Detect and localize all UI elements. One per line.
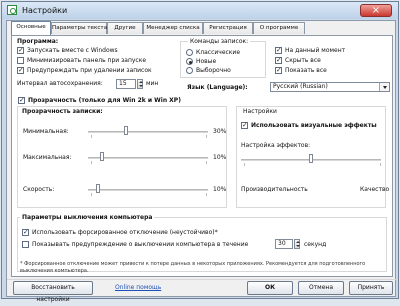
seconds-input[interactable]: 30 bbox=[275, 239, 293, 249]
shutdown-note: * Форсированное отключение может привест… bbox=[20, 261, 366, 274]
program-title: Программа: bbox=[17, 38, 59, 45]
language-select-value: Русский (Russian) bbox=[273, 83, 328, 90]
speed-tick-1 bbox=[91, 193, 92, 196]
max-transparency-label: Максимальная: bbox=[23, 154, 72, 161]
close-button[interactable]: × bbox=[360, 4, 392, 17]
max-transparency-tick-2 bbox=[206, 161, 207, 164]
show-all-label: Показать все bbox=[285, 67, 327, 74]
radio-selective[interactable] bbox=[186, 67, 193, 74]
seconds-stepper[interactable] bbox=[294, 239, 300, 249]
radio-selective-label: Выборочно bbox=[196, 67, 231, 74]
min-transparency-label: Минимальная: bbox=[23, 128, 69, 135]
minimize-panel-checkbox[interactable] bbox=[17, 57, 24, 64]
radio-new-label: Новые bbox=[196, 58, 217, 65]
settings-window: Настройки × Основные Параметры текста Др… bbox=[1, 1, 399, 303]
tab-general[interactable]: Основные bbox=[11, 21, 51, 35]
speed-thumb[interactable] bbox=[96, 184, 100, 193]
shutdown-warning-label: Показывать предупреждение о выключении к… bbox=[32, 241, 249, 248]
window-title: Настройки bbox=[22, 6, 68, 15]
ok-button[interactable]: ОК bbox=[247, 281, 293, 295]
transparency-title: Прозрачность (только для Win 2k и Win XP… bbox=[28, 97, 181, 104]
radio-new[interactable] bbox=[186, 58, 193, 65]
transparency-section-title: Прозрачность записки: bbox=[20, 108, 105, 115]
quality-label: Качество bbox=[360, 186, 390, 193]
interval-input[interactable]: 15 bbox=[116, 79, 136, 89]
interval-unit: мин bbox=[146, 80, 159, 87]
shutdown-warning-checkbox[interactable] bbox=[22, 241, 29, 248]
general-panel: Программа: Запускать вместе с Windows Ми… bbox=[11, 35, 393, 277]
start-with-windows-checkbox[interactable] bbox=[17, 46, 24, 54]
current-moment-checkbox[interactable] bbox=[275, 46, 282, 54]
effects-tick-2 bbox=[380, 163, 381, 166]
min-transparency-track[interactable] bbox=[88, 131, 208, 133]
tab-list-manager[interactable]: Менеджер списка bbox=[143, 22, 203, 34]
min-transparency-thumb[interactable] bbox=[124, 126, 128, 135]
hide-all-label: Скрыть все bbox=[285, 57, 321, 64]
forced-shutdown-checkbox[interactable] bbox=[22, 228, 29, 236]
language-select[interactable]: Русский (Russian) bbox=[270, 82, 390, 92]
minimize-panel-label: Минимизировать панель при запуске bbox=[27, 57, 147, 64]
speed-track[interactable] bbox=[88, 189, 208, 191]
footer-divider bbox=[7, 279, 397, 280]
speed-value: 10% bbox=[213, 186, 227, 193]
restore-settings-button[interactable]: Восстановить настройки bbox=[13, 281, 93, 303]
tab-other[interactable]: Другие bbox=[107, 22, 143, 34]
warn-delete-checkbox[interactable] bbox=[17, 66, 24, 74]
min-transparency-tick-1 bbox=[91, 135, 92, 138]
online-help-link[interactable]: Online помощь bbox=[115, 284, 161, 291]
tab-about[interactable]: О программе bbox=[253, 22, 305, 34]
effects-title: Настройки bbox=[241, 108, 279, 115]
min-transparency-value: 30% bbox=[213, 128, 227, 135]
transparency-checkbox[interactable] bbox=[18, 96, 25, 104]
radio-classic-label: Классические bbox=[196, 49, 241, 56]
hide-all-checkbox[interactable] bbox=[275, 56, 282, 64]
chevron-down-icon[interactable] bbox=[379, 83, 389, 91]
radio-classic[interactable] bbox=[186, 49, 193, 56]
speed-tick-2 bbox=[206, 193, 207, 196]
visual-effects-checkbox[interactable] bbox=[241, 121, 248, 129]
min-transparency-tick-2 bbox=[206, 135, 207, 138]
visual-effects-label: Использовать визуальные эффекты bbox=[251, 122, 377, 129]
effects-label: Настройка эффектов: bbox=[241, 142, 311, 149]
tab-registration[interactable]: Регистрация bbox=[203, 22, 253, 34]
start-with-windows-label: Запускать вместе с Windows bbox=[27, 47, 118, 54]
current-moment-label: На данный момент bbox=[285, 47, 346, 54]
max-transparency-track[interactable] bbox=[88, 157, 208, 159]
effects-thumb[interactable] bbox=[309, 154, 313, 163]
dialog-content: Основные Параметры текста Другие Менедже… bbox=[6, 20, 397, 303]
cancel-button[interactable]: Отмена bbox=[298, 281, 344, 295]
language-label: Язык (Language): bbox=[187, 84, 248, 91]
interval-stepper[interactable] bbox=[137, 79, 143, 89]
speed-label: Скорость: bbox=[23, 186, 55, 193]
forced-shutdown-label: Использовать форсированное отключение (н… bbox=[32, 229, 218, 236]
tab-text-params[interactable]: Параметры текста bbox=[51, 22, 107, 34]
interval-label: Интервал автосохранения: bbox=[17, 80, 103, 87]
performance-label: Производительность bbox=[241, 186, 308, 193]
effects-tick-1 bbox=[244, 163, 245, 166]
app-icon bbox=[7, 5, 17, 15]
max-transparency-tick-1 bbox=[91, 161, 92, 164]
apply-button[interactable]: Принять bbox=[349, 281, 393, 295]
max-transparency-value: 10% bbox=[213, 154, 227, 161]
seconds-unit: секунд bbox=[304, 241, 327, 248]
commands-title: Команды записок: bbox=[188, 38, 251, 45]
title-bar: Настройки × bbox=[2, 2, 398, 19]
shutdown-title: Параметры выключения компьютера bbox=[20, 214, 155, 221]
max-transparency-thumb[interactable] bbox=[100, 152, 104, 161]
show-all-checkbox[interactable] bbox=[275, 66, 282, 74]
warn-delete-label: Предупреждать при удалении записок bbox=[27, 67, 152, 74]
